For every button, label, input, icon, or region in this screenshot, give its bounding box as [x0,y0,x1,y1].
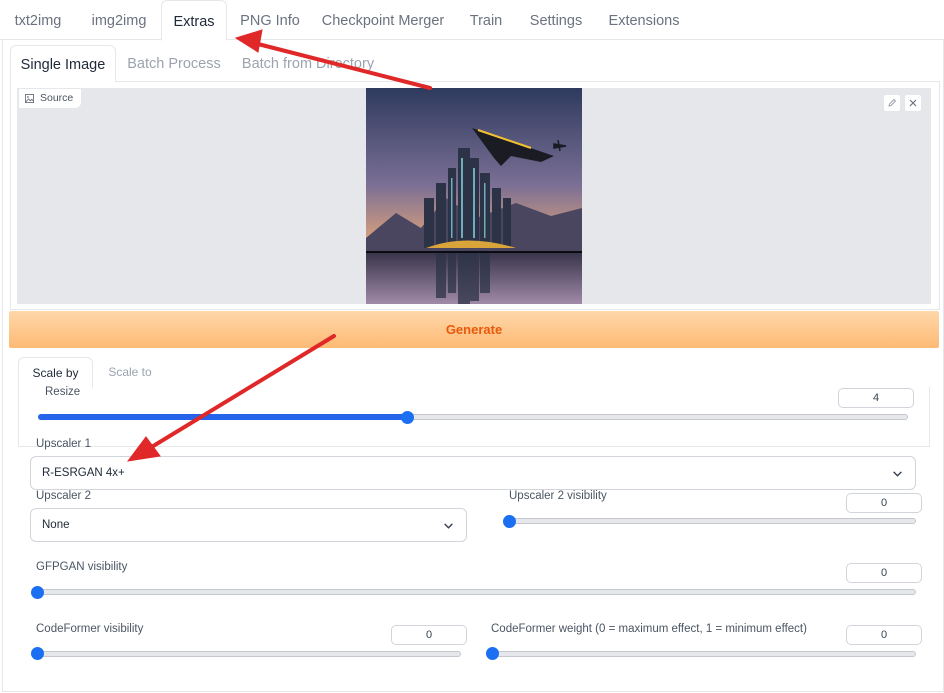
upscaler2-visibility-input[interactable]: 0 [846,493,922,513]
main-tab-bar: txt2img img2img Extras PNG Info Checkpoi… [0,0,944,41]
tab-scale-by[interactable]: Scale by [18,357,93,388]
gfpgan-visibility-thumb[interactable] [31,586,44,599]
generate-button[interactable]: Generate [9,311,939,348]
gfpgan-visibility-label: GFPGAN visibility [36,561,128,573]
image-icon [25,94,34,103]
tab-checkpoint-merger[interactable]: Checkpoint Merger [318,0,448,40]
upscaler2-visibility-thumb[interactable] [503,515,516,528]
gfpgan-visibility-track[interactable] [36,589,916,595]
upscaler2-dropdown[interactable]: None [30,508,467,542]
tab-single-image[interactable]: Single Image [10,45,116,83]
upscaler1-dropdown[interactable]: R-ESRGAN 4x+ [30,456,916,490]
upscaler2-label: Upscaler 2 [36,490,91,502]
tab-train[interactable]: Train [460,0,512,40]
pencil-icon[interactable] [883,94,901,112]
codeformer-visibility-thumb[interactable] [31,647,44,660]
codeformer-weight-label: CodeFormer weight (0 = maximum effect, 1… [491,623,807,635]
source-label: Source [19,89,82,108]
codeformer-weight-track[interactable] [491,651,916,657]
scale-tab-bar: Scale by Scale to [18,357,938,388]
tab-extensions[interactable]: Extensions [602,0,686,40]
tab-batch-from-directory[interactable]: Batch from Directory [238,45,378,82]
codeformer-visibility-track[interactable] [36,651,461,657]
tab-txt2img[interactable]: txt2img [3,0,73,40]
upscaler1-value: R-ESRGAN 4x+ [42,467,125,479]
codeformer-visibility-label: CodeFormer visibility [36,623,144,635]
upscaler2-visibility-track[interactable] [508,518,916,524]
tab-batch-process[interactable]: Batch Process [122,45,226,82]
gfpgan-visibility-input[interactable]: 0 [846,563,922,583]
tab-settings[interactable]: Settings [522,0,590,40]
tab-png-info[interactable]: PNG Info [232,0,308,40]
uploaded-image [366,88,582,304]
codeformer-weight-thumb[interactable] [486,647,499,660]
resize-number-input[interactable]: 4 [838,388,914,408]
upscaler2-visibility-label: Upscaler 2 visibility [509,490,607,502]
codeformer-visibility-input[interactable]: 0 [391,625,467,645]
close-icon[interactable] [904,94,922,112]
tab-img2img[interactable]: img2img [80,0,158,40]
upscaler2-value: None [42,519,70,531]
upscaler1-label: Upscaler 1 [36,438,91,450]
codeformer-weight-input[interactable]: 0 [846,625,922,645]
source-label-text: Source [40,92,74,104]
extras-mode-tab-bar: Single Image Batch Process Batch from Di… [10,45,940,83]
chevron-down-icon [444,522,453,529]
resize-label: Resize [45,386,81,398]
resize-slider-fill [38,414,408,420]
tab-scale-to[interactable]: Scale to [98,357,162,387]
chevron-down-icon [893,470,902,477]
tab-extras[interactable]: Extras [161,0,227,41]
